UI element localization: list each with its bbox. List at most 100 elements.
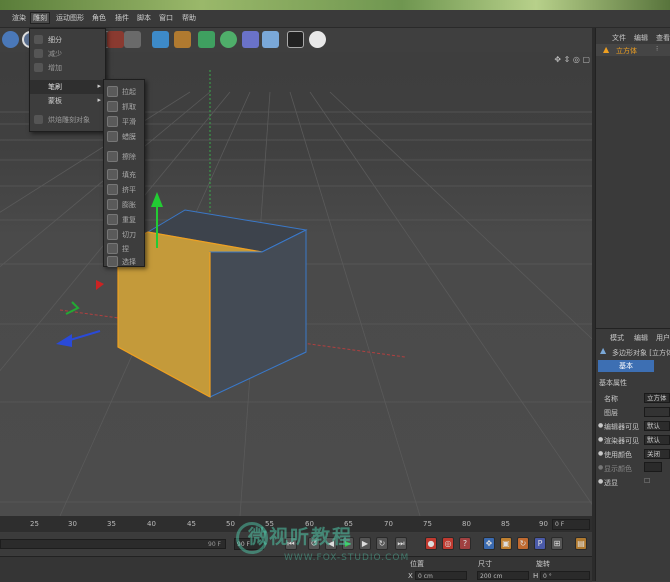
pla-key-icon[interactable]: ⊞ (551, 537, 563, 550)
object-row[interactable]: ▲ 立方体 ⁝ (596, 44, 670, 56)
tab-mode[interactable]: 模式 (610, 333, 624, 343)
render-view-icon[interactable] (124, 31, 141, 48)
cube-side-face (209, 229, 307, 398)
viewport-nav-icons[interactable]: ✥ ⇕ ◎ ▢ (554, 55, 590, 64)
keyframe-dot-icon[interactable]: ● (598, 436, 603, 443)
y-axis-icon[interactable] (2, 31, 19, 48)
prop-display-color-swatch[interactable] (644, 462, 662, 472)
menu-item-mask[interactable]: 蒙板 ▸ (30, 94, 105, 108)
brush-flatten[interactable]: 挤平 (104, 183, 144, 196)
brush-pinch[interactable]: 捏 (104, 242, 144, 255)
deformer-icon[interactable] (242, 31, 259, 48)
move-key-icon[interactable]: ✥ (483, 537, 495, 550)
menu-item-decrease[interactable]: 减少 (30, 47, 105, 61)
menu-script[interactable]: 脚本 (137, 13, 151, 23)
menu-item-subdivide[interactable]: 细分 (30, 33, 105, 47)
prop-editor-visible-label: 编辑器可见 (604, 423, 639, 431)
brush-icon (107, 151, 118, 162)
menu-plugins[interactable]: 插件 (115, 13, 129, 23)
keyframe-dot-icon[interactable]: ● (598, 450, 603, 457)
menu-window[interactable]: 窗口 (159, 13, 173, 23)
camera-icon[interactable] (287, 31, 304, 48)
prop-use-color-field[interactable]: 关闭 (644, 449, 670, 459)
brush-grab[interactable]: 抓取 (104, 100, 144, 113)
brush-repeat[interactable]: 重复 (104, 213, 144, 226)
brush-icon (107, 214, 118, 225)
keyframe-dot-icon[interactable]: ● (598, 464, 603, 471)
brush-icon (107, 229, 118, 240)
brush-icon (107, 131, 118, 142)
tab-basic[interactable]: 基本 (598, 360, 654, 372)
brush-inflate[interactable]: 膨胀 (104, 198, 144, 211)
brush-icon (107, 116, 118, 127)
menu-render[interactable]: 渲染 (12, 13, 26, 23)
submenu-arrow-icon: ▸ (97, 96, 101, 104)
menu-sculpt[interactable]: 雕刻 (30, 12, 50, 24)
xray-checkbox[interactable]: ☐ (644, 477, 650, 485)
submenu-arrow-icon: ▸ (97, 82, 101, 90)
tab-user[interactable]: 用户 (656, 333, 670, 343)
brush-pull[interactable]: 拉起 (104, 85, 144, 98)
prop-render-visible-field[interactable]: 默认 (644, 435, 670, 445)
menu-item-bake-sculpt[interactable]: 烘焙雕刻对象 (30, 113, 105, 127)
bake-icon (34, 115, 43, 124)
tab-attr-edit[interactable]: 编辑 (634, 333, 648, 343)
cloner-icon[interactable] (220, 31, 237, 48)
window-title-strip (0, 0, 670, 10)
pen-spline-icon[interactable] (174, 31, 191, 48)
menu-item-increase[interactable]: 增加 (30, 61, 105, 75)
tab-view[interactable]: 查看 (656, 33, 670, 43)
x-size-field[interactable]: 200 cm (477, 571, 529, 580)
cube-icon[interactable] (152, 31, 169, 48)
render-region-icon[interactable] (107, 31, 124, 48)
rotate-key-icon[interactable]: ↻ (517, 537, 529, 550)
rotation-header: 旋转 (536, 560, 550, 568)
light-icon[interactable] (309, 31, 326, 48)
keyframe-dot-icon[interactable]: ● (598, 422, 603, 429)
brush-icon (107, 101, 118, 112)
menu-item-brushes[interactable]: 笔刷 ▸ (30, 80, 105, 94)
prop-layer-label: 图层 (604, 409, 618, 417)
basic-props-header: 基本属性 (599, 379, 627, 387)
brush-select[interactable]: 选择 (104, 255, 144, 268)
scale-key-icon[interactable]: ▣ (500, 537, 512, 550)
menu-mograph[interactable]: 运动图形 (56, 13, 84, 23)
auto-key-icon[interactable]: ◎ (442, 537, 454, 550)
menu-character[interactable]: 角色 (92, 13, 106, 23)
prop-name-field[interactable]: 立方体 (644, 393, 670, 403)
tab-file[interactable]: 文件 (612, 33, 626, 43)
next-key-icon[interactable]: ↻ (376, 537, 388, 550)
brush-erase[interactable]: 擦除 (104, 150, 144, 163)
increase-icon (34, 63, 43, 72)
menu-help[interactable]: 帮助 (182, 13, 196, 23)
key-selection-icon[interactable]: ? (459, 537, 471, 550)
current-frame-field[interactable]: 0 F (552, 519, 590, 530)
x-position-field[interactable]: 0 cm (415, 571, 467, 580)
brush-icon (107, 243, 118, 254)
subdivision-icon[interactable] (198, 31, 215, 48)
tab-edit[interactable]: 编辑 (634, 33, 648, 43)
x-manipulator-arrow (96, 280, 104, 290)
go-end-icon[interactable]: ⏭ (395, 537, 407, 550)
brush-wax[interactable]: 蜡膜 (104, 130, 144, 143)
z-manipulator-arrow (56, 334, 72, 347)
timeline-range-slider[interactable]: 90 F (0, 539, 226, 549)
next-frame-icon[interactable]: ▶ (359, 537, 371, 550)
brush-submenu: 拉起 抓取 平滑 蜡膜 擦除 填充 挤平 膨胀 重复 切刀 捏 选择 (103, 79, 145, 267)
right-panel: 文件 编辑 查看 ▲ 立方体 ⁝ 模式 编辑 用户 ▲ 多边形对象 [立方体 基… (595, 28, 670, 581)
brush-knife[interactable]: 切刀 (104, 228, 144, 241)
prop-layer-field[interactable] (644, 407, 670, 417)
h-rotation-field[interactable]: 0 ° (540, 571, 590, 580)
visibility-dots-icon[interactable]: ⁝ (656, 45, 658, 53)
record-icon[interactable]: ● (425, 537, 437, 550)
tick-label: 30 (68, 520, 77, 528)
keyframe-dot-icon[interactable]: ● (598, 478, 603, 485)
floor-icon[interactable] (262, 31, 279, 48)
prop-editor-visible-field[interactable]: 默认 (644, 421, 670, 431)
brush-smooth[interactable]: 平滑 (104, 115, 144, 128)
brush-fill[interactable]: 填充 (104, 168, 144, 181)
tick-label: 70 (384, 520, 393, 528)
film-icon[interactable]: ▤ (575, 537, 587, 550)
param-key-icon[interactable]: P (534, 537, 546, 550)
prop-render-visible-label: 渲染器可见 (604, 437, 639, 445)
